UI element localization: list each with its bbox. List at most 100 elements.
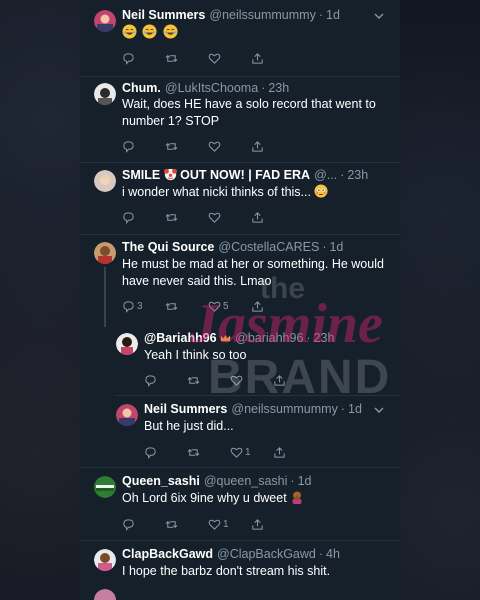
face-with-tears-of-joy-icon: [122, 24, 137, 39]
share-button[interactable]: [251, 299, 264, 313]
retweet-button[interactable]: [165, 517, 178, 531]
heart-icon: [208, 212, 221, 223]
heart-icon: [230, 375, 243, 386]
author-name[interactable]: Chum.: [122, 81, 161, 95]
retweet-icon: [165, 54, 178, 62]
timestamp[interactable]: 1d: [329, 240, 343, 254]
reply-button[interactable]: [122, 51, 135, 65]
tweet-actions: [144, 373, 344, 387]
author-handle[interactable]: @queen_sashi: [204, 474, 288, 488]
author-name[interactable]: Neil Summers: [144, 402, 227, 416]
tweet-text-row: Oh Lord 6ix 9ine why u dweet: [122, 490, 384, 507]
avatar[interactable]: [94, 10, 116, 32]
avatar[interactable]: [94, 589, 116, 600]
author-handle[interactable]: @LukItsChooma: [165, 81, 258, 95]
author-name[interactable]: Queen_sashi: [122, 474, 200, 488]
author-name[interactable]: Neil Summers: [122, 8, 205, 22]
like-button[interactable]: [208, 139, 221, 153]
share-button[interactable]: [251, 139, 264, 153]
retweet-button[interactable]: [165, 51, 178, 65]
like-button[interactable]: 5: [208, 299, 229, 313]
like-button[interactable]: 1: [208, 517, 229, 531]
reply-button[interactable]: [144, 373, 157, 387]
separator-dot: ·: [306, 331, 311, 345]
reply-feed[interactable]: Neil Summers @neilssummummy · 1d Chum. @LukI…: [80, 0, 400, 600]
timestamp[interactable]: 23h: [347, 168, 368, 182]
avatar[interactable]: [94, 476, 116, 498]
share-button[interactable]: [273, 445, 286, 459]
timestamp[interactable]: 23h: [314, 331, 335, 345]
avatar[interactable]: [94, 83, 116, 105]
reply-button[interactable]: [122, 139, 135, 153]
tweet-actions: [122, 210, 322, 224]
author-handle[interactable]: @neilssummummy: [231, 402, 337, 416]
tweet-header: Neil Summers @neilssummummy · 1d: [144, 402, 362, 417]
author-handle[interactable]: @CostellaCARES: [218, 240, 319, 254]
share-icon: [274, 446, 285, 458]
share-button[interactable]: [273, 373, 286, 387]
timestamp[interactable]: 1d: [348, 402, 362, 416]
like-count: 1: [223, 518, 229, 530]
retweet-button[interactable]: [165, 139, 178, 153]
retweet-button[interactable]: [187, 445, 200, 459]
tweet-actions: 1: [122, 517, 322, 531]
author-handle[interactable]: @neilssummummy: [209, 8, 315, 22]
avatar[interactable]: [94, 242, 116, 264]
divider: [80, 467, 400, 468]
author-name[interactable]: @Bariahh96: [144, 331, 231, 345]
retweet-button[interactable]: [165, 299, 178, 313]
divider: [116, 395, 400, 396]
avatar[interactable]: [94, 549, 116, 571]
like-button[interactable]: [208, 51, 221, 65]
timestamp[interactable]: 1d: [298, 474, 312, 488]
like-button[interactable]: 1: [230, 445, 251, 459]
share-icon: [252, 140, 263, 152]
like-button[interactable]: [230, 373, 243, 387]
avatar[interactable]: [116, 333, 138, 355]
divider: [80, 234, 400, 235]
retweet-icon: [187, 448, 200, 456]
retweet-icon: [165, 302, 178, 310]
timestamp[interactable]: 4h: [326, 547, 340, 561]
share-button[interactable]: [251, 51, 264, 65]
tweet-text: Wait, does HE have a solo record that we…: [122, 97, 376, 128]
share-button[interactable]: [251, 517, 264, 531]
retweet-icon: [187, 376, 200, 384]
retweet-button[interactable]: [165, 210, 178, 224]
reply-button[interactable]: 3: [122, 299, 143, 313]
face-with-tears-of-joy-icon: [142, 24, 158, 39]
flushed-face-icon: [314, 184, 329, 198]
reply-button[interactable]: [122, 517, 135, 531]
retweet-icon: [165, 142, 178, 150]
timestamp[interactable]: 1d: [326, 8, 340, 22]
tweet-header: Chum. @LukItsChooma · 23h: [122, 81, 289, 96]
author-handle[interactable]: @...: [314, 168, 337, 182]
avatar[interactable]: [94, 170, 116, 192]
separator-dot: ·: [322, 240, 327, 254]
reply-button[interactable]: [122, 210, 135, 224]
reply-icon: [145, 374, 156, 387]
retweet-button[interactable]: [187, 373, 200, 387]
author-handle[interactable]: @ClapBackGawd: [217, 547, 316, 561]
share-button[interactable]: [251, 210, 264, 224]
share-icon: [252, 518, 263, 530]
avatar[interactable]: [116, 404, 138, 426]
tweet-actions: 3 5: [122, 299, 322, 313]
retweet-icon: [165, 520, 178, 528]
tweet-header: ClapBackGawd @ClapBackGawd · 4h: [122, 547, 340, 562]
tweet-text-row: i wonder what nicki thinks of this...: [122, 184, 384, 201]
author-handle[interactable]: @bariahh96: [235, 331, 303, 345]
separator-dot: ·: [340, 402, 345, 416]
reply-button[interactable]: [144, 445, 157, 459]
author-name[interactable]: SMILE OUT NOW! | FAD ERA: [122, 168, 310, 182]
timestamp[interactable]: 23h: [268, 81, 289, 95]
author-name[interactable]: ClapBackGawd: [122, 547, 213, 561]
chevron-down-icon[interactable]: [374, 11, 384, 21]
tweet-actions: [122, 139, 322, 153]
like-button[interactable]: [208, 210, 221, 224]
author-name[interactable]: The Qui Source: [122, 240, 214, 254]
chevron-down-icon[interactable]: [374, 405, 384, 415]
reply-icon: [145, 446, 156, 459]
tweet-text: i wonder what nicki thinks of this...: [122, 185, 311, 199]
tweet-emoji-row: [122, 24, 384, 42]
